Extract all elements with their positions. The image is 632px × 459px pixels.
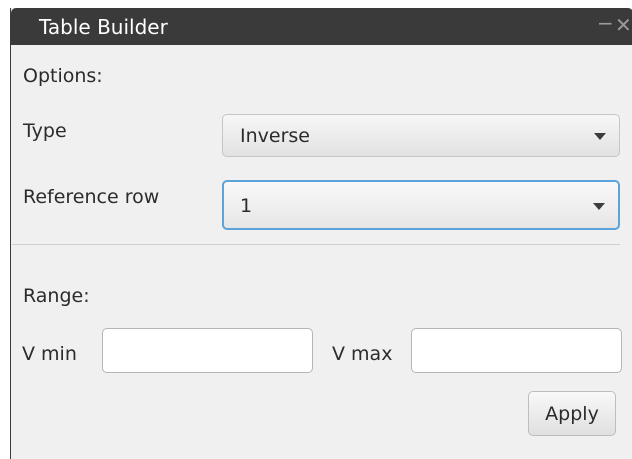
close-icon[interactable]: ✕: [615, 14, 632, 36]
window-title: Table Builder: [39, 15, 168, 39]
options-heading: Options:: [23, 65, 103, 87]
type-select[interactable]: Inverse: [222, 114, 620, 157]
section-divider: [12, 244, 620, 245]
vmin-label: V min: [22, 343, 77, 365]
vmax-label: V max: [332, 343, 393, 365]
reference-row-select[interactable]: 1: [222, 180, 620, 230]
range-heading: Range:: [23, 285, 90, 307]
title-bar[interactable]: Table Builder − ✕: [11, 8, 632, 45]
chevron-down-icon: [594, 133, 606, 140]
reference-row-select-value: 1: [240, 195, 253, 217]
vmin-input[interactable]: [102, 328, 313, 373]
reference-row-label: Reference row: [23, 186, 160, 208]
minimize-icon[interactable]: −: [597, 12, 614, 34]
apply-button[interactable]: Apply: [528, 391, 616, 436]
type-select-value: Inverse: [240, 125, 310, 147]
vmax-input[interactable]: [411, 328, 622, 373]
chevron-down-icon: [593, 203, 605, 210]
type-label: Type: [23, 120, 67, 142]
